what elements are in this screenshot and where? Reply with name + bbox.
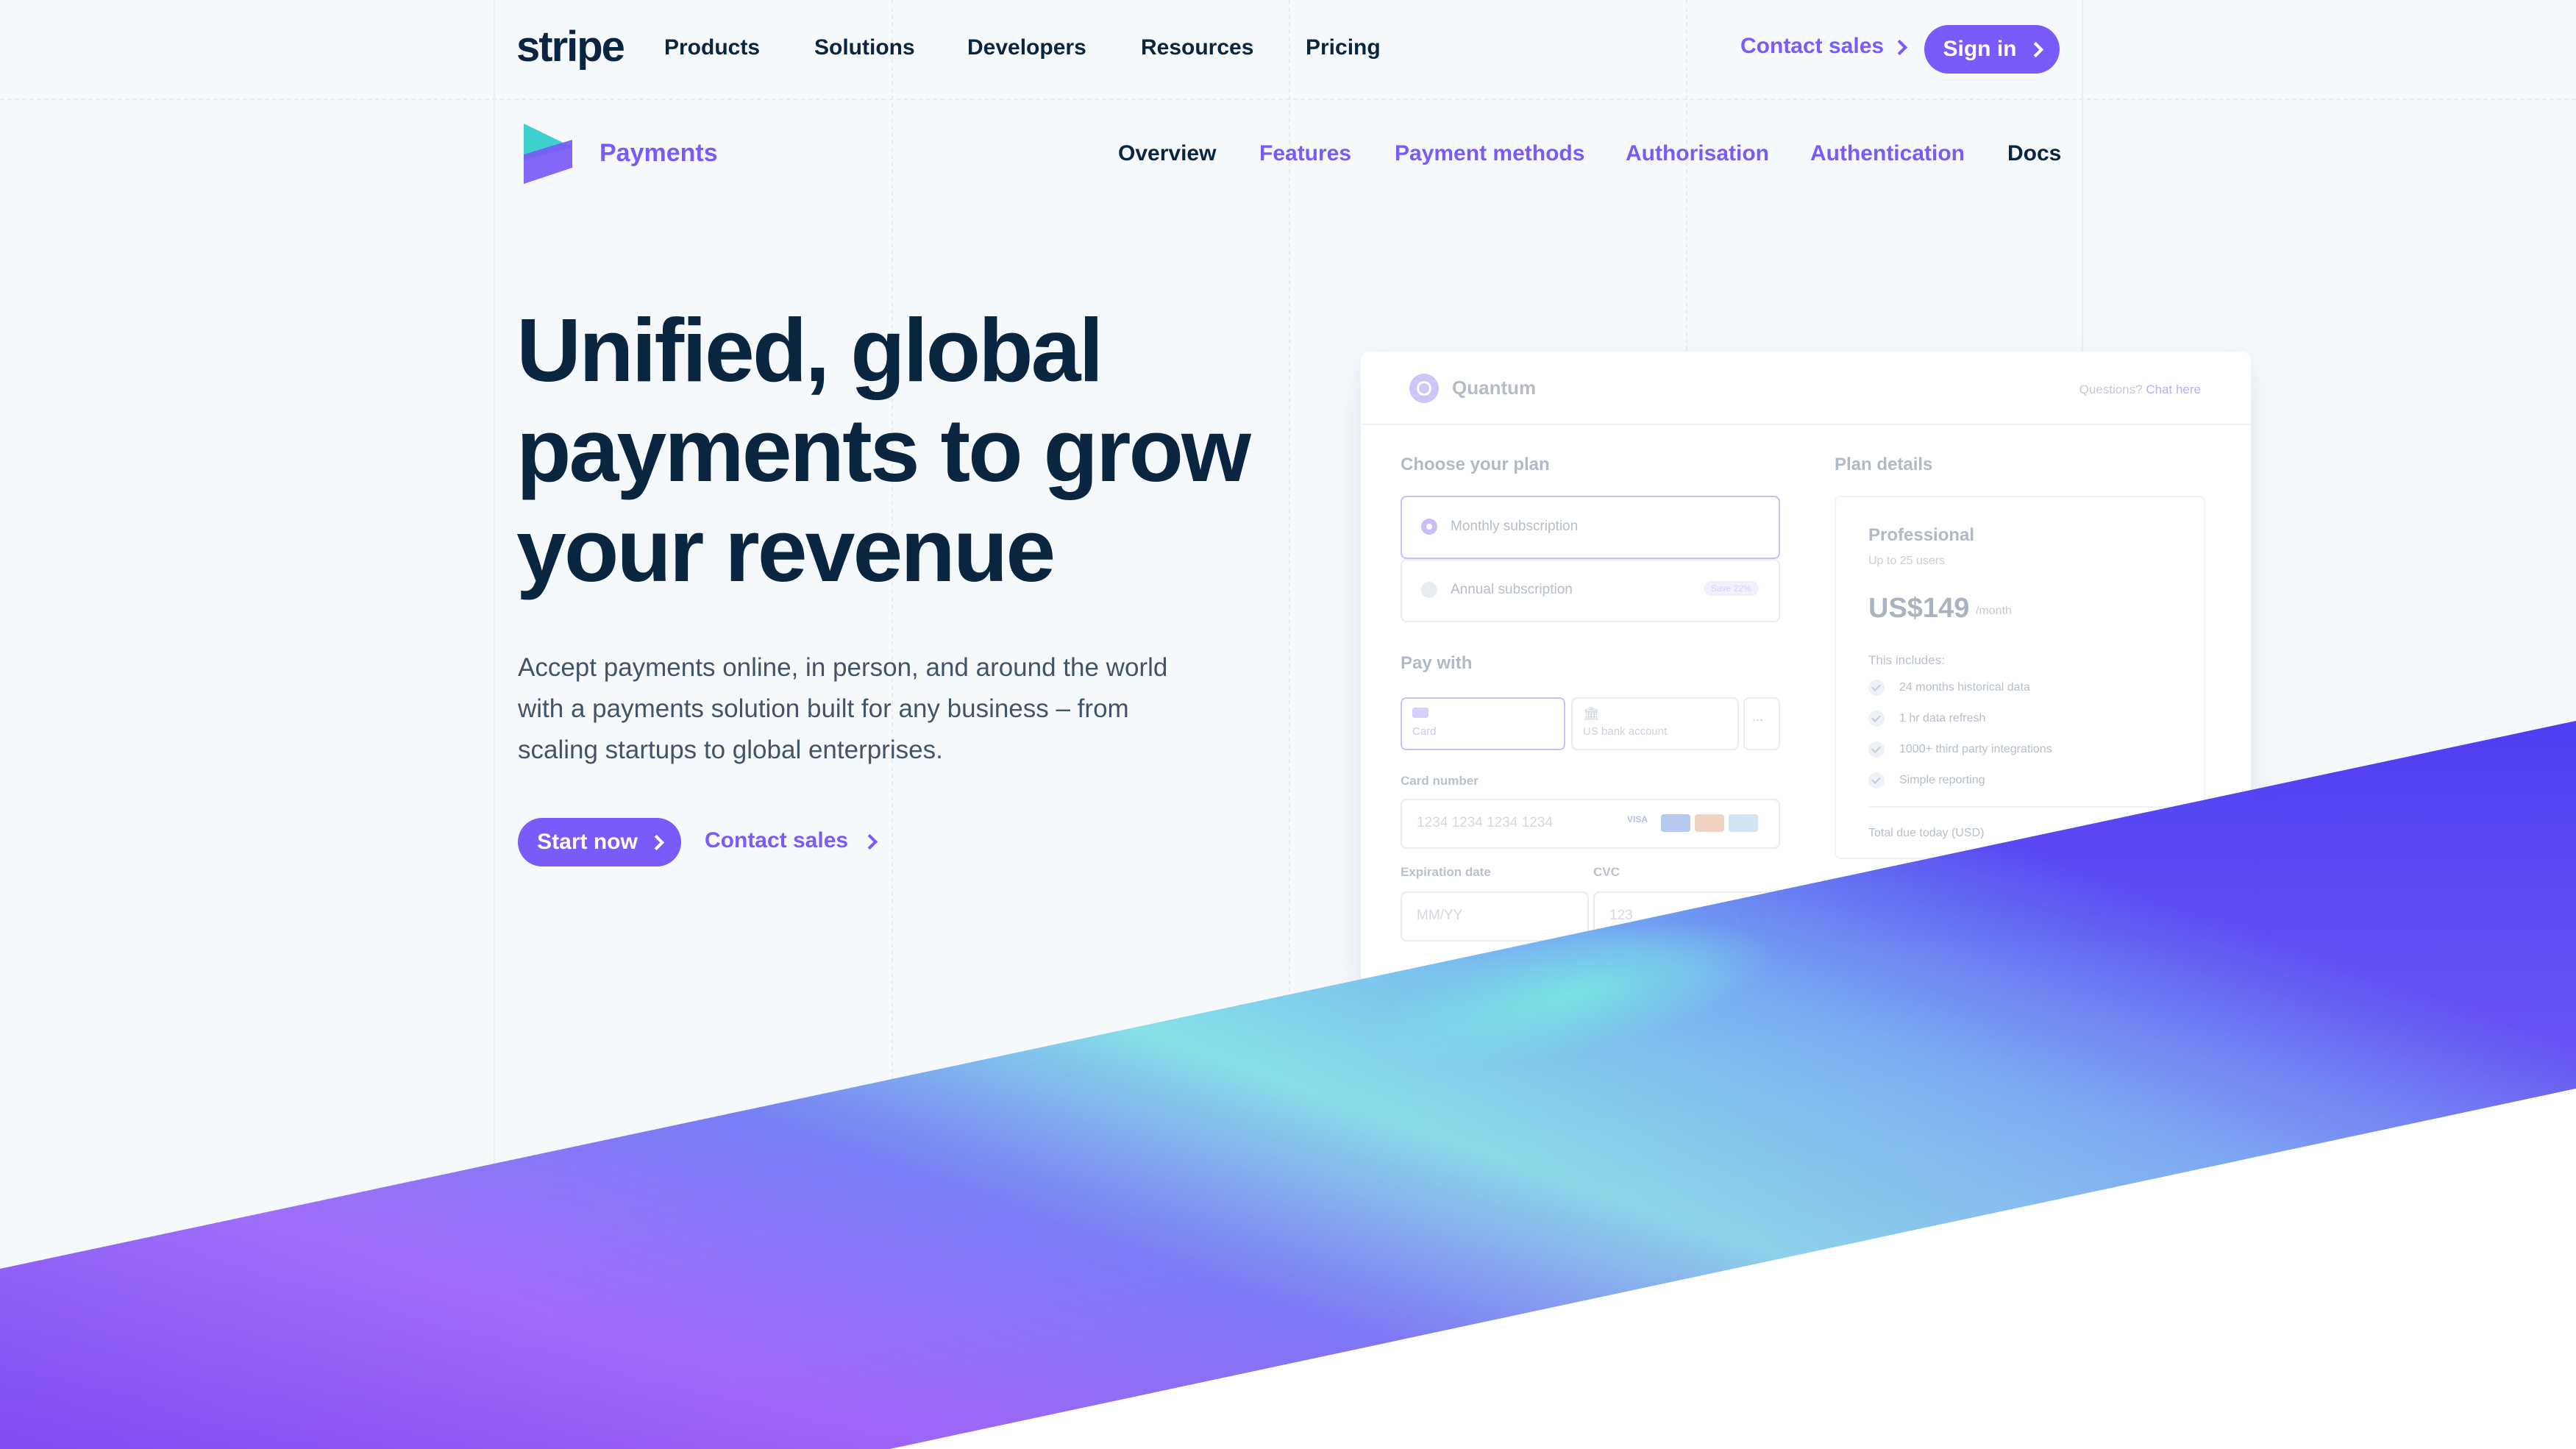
check-icon [1868, 680, 1885, 696]
subnav-authentication[interactable]: Authentication [1810, 141, 1965, 166]
subnav-features[interactable]: Features [1259, 141, 1351, 166]
hero-title-line: Unified, global [516, 300, 1103, 400]
feature-item: 1000+ third party integrations [1899, 743, 2052, 755]
stripe-logo[interactable]: stripe [516, 22, 625, 71]
confirm-subscribe-button[interactable]: Confirm and subscribe [1835, 897, 2202, 941]
nav-pricing[interactable]: Pricing [1306, 35, 1381, 60]
plan-users: Up to 25 users [1868, 555, 1946, 567]
total-label: Total due today (USD) [1868, 827, 1985, 839]
nav-products[interactable]: Products [664, 35, 760, 60]
feature-item: Simple reporting [1899, 774, 1985, 786]
plan-option-annual[interactable]: Annual subscription Save 22% [1401, 559, 1780, 622]
pay-method-label: Card [1412, 725, 1437, 738]
chevron-right-icon [648, 834, 664, 850]
product-name[interactable]: Payments [599, 139, 718, 168]
jcb-icon [1729, 814, 1758, 832]
plan-option-label: Annual subscription [1451, 582, 1573, 597]
card-icon [1412, 708, 1428, 718]
check-icon [1868, 772, 1885, 788]
plan-option-monthly[interactable]: Monthly subscription [1401, 496, 1780, 559]
contact-sales-label: Contact sales [705, 828, 849, 852]
plan-option-label: Monthly subscription [1451, 519, 1579, 534]
hero-contact-sales-link[interactable]: Contact sales [705, 828, 878, 853]
payments-logo-icon[interactable] [524, 124, 572, 184]
amex-icon [1661, 814, 1690, 832]
visa-icon: VISA [1627, 814, 1648, 825]
nav-developers[interactable]: Developers [967, 35, 1086, 60]
check-icon [1868, 741, 1885, 758]
questions-text: Questions? Chat here [2079, 382, 2201, 397]
hero-subtitle-line: Accept payments online, in person, and a… [518, 653, 1168, 682]
nav-resources[interactable]: Resources [1141, 35, 1253, 60]
contact-sales-link[interactable]: Contact sales [1740, 34, 1908, 59]
subnav-docs[interactable]: Docs [2007, 141, 2061, 166]
cvc-placeholder: 123 [1609, 908, 1633, 923]
divider [1868, 806, 2170, 808]
checkout-header: Quantum Questions? Chat here [1361, 352, 2251, 425]
plan-details-heading: Plan details [1835, 455, 1933, 474]
hero-subtitle-line: with a payments solution built for any b… [518, 694, 1129, 723]
radio-selected-icon [1421, 519, 1437, 535]
cvc-input[interactable]: 123 [1593, 891, 1780, 941]
grid-line [494, 0, 495, 1449]
expiration-placeholder: MM/YY [1417, 908, 1463, 923]
feature-item: 1 hr data refresh [1899, 712, 1986, 724]
start-now-label: Start now [537, 830, 638, 854]
total-value: US$149.00 [2099, 827, 2159, 839]
radio-icon [1421, 582, 1437, 598]
chevron-right-icon [1892, 39, 1908, 56]
chevron-right-icon [862, 833, 878, 850]
subnav-payment-methods[interactable]: Payment methods [1395, 141, 1584, 166]
hero-subtitle: Accept payments online, in person, and a… [518, 647, 1253, 771]
chat-here-link[interactable]: Chat here [2146, 382, 2201, 396]
hero-title-line: your revenue [516, 500, 1056, 600]
price-period: /month [1976, 605, 2012, 617]
expiration-input[interactable]: MM/YY [1401, 891, 1589, 941]
pay-method-more[interactable]: ... [1743, 697, 1780, 750]
pay-with-heading: Pay with [1401, 653, 1473, 673]
subnav-overview[interactable]: Overview [1118, 141, 1216, 166]
choose-plan-heading: Choose your plan [1401, 455, 1550, 474]
questions-label: Questions? [2079, 382, 2143, 396]
check-icon [1868, 711, 1885, 727]
save-badge: Save 22% [1704, 581, 1759, 596]
sign-in-label: Sign in [1943, 37, 2017, 61]
pay-method-bank[interactable]: 🏛 US bank account [1571, 697, 1739, 750]
cvc-card-icon [1739, 908, 1765, 924]
plan-price: US$149 [1868, 593, 1970, 624]
hero-title-line: payments to grow [516, 400, 1251, 500]
card-number-label: Card number [1401, 774, 1479, 788]
hero-subtitle-line: scaling startups to global enterprises. [518, 736, 943, 764]
mastercard-icon [1695, 814, 1724, 832]
pay-method-card[interactable]: Card [1401, 697, 1565, 750]
pay-method-label: US bank account [1583, 725, 1668, 738]
grid-line [1289, 0, 1290, 1449]
includes-label: This includes: [1868, 653, 1945, 667]
card-number-placeholder: 1234 1234 1234 1234 [1417, 815, 1553, 830]
expiration-label: Expiration date [1401, 865, 1491, 879]
feature-item: 24 months historical data [1899, 681, 2030, 694]
start-now-button[interactable]: Start now [518, 818, 681, 866]
subnav-authorisation[interactable]: Authorisation [1626, 141, 1769, 166]
sign-in-button[interactable]: Sign in [1924, 25, 2060, 74]
chevron-right-icon [2027, 41, 2043, 57]
card-number-input[interactable]: 1234 1234 1234 1234 VISA [1401, 799, 1780, 849]
contact-sales-label: Contact sales [1740, 34, 1885, 58]
cvc-label: CVC [1593, 865, 1620, 879]
nav-solutions[interactable]: Solutions [814, 35, 915, 60]
more-dots-icon: ... [1752, 709, 1764, 724]
bank-icon: 🏛 [1583, 706, 1600, 721]
checkout-preview: Quantum Questions? Chat here Choose your… [1361, 352, 2251, 984]
top-navigation: stripe Products Solutions Developers Res… [0, 0, 2576, 99]
plan-details-card: Professional Up to 25 users US$149 /mont… [1835, 496, 2205, 859]
hero-title: Unified, global payments to grow your re… [516, 300, 1252, 600]
quantum-logo-icon [1409, 374, 1439, 403]
checkout-brand: Quantum [1452, 377, 1537, 399]
plan-name: Professional [1868, 525, 1975, 545]
